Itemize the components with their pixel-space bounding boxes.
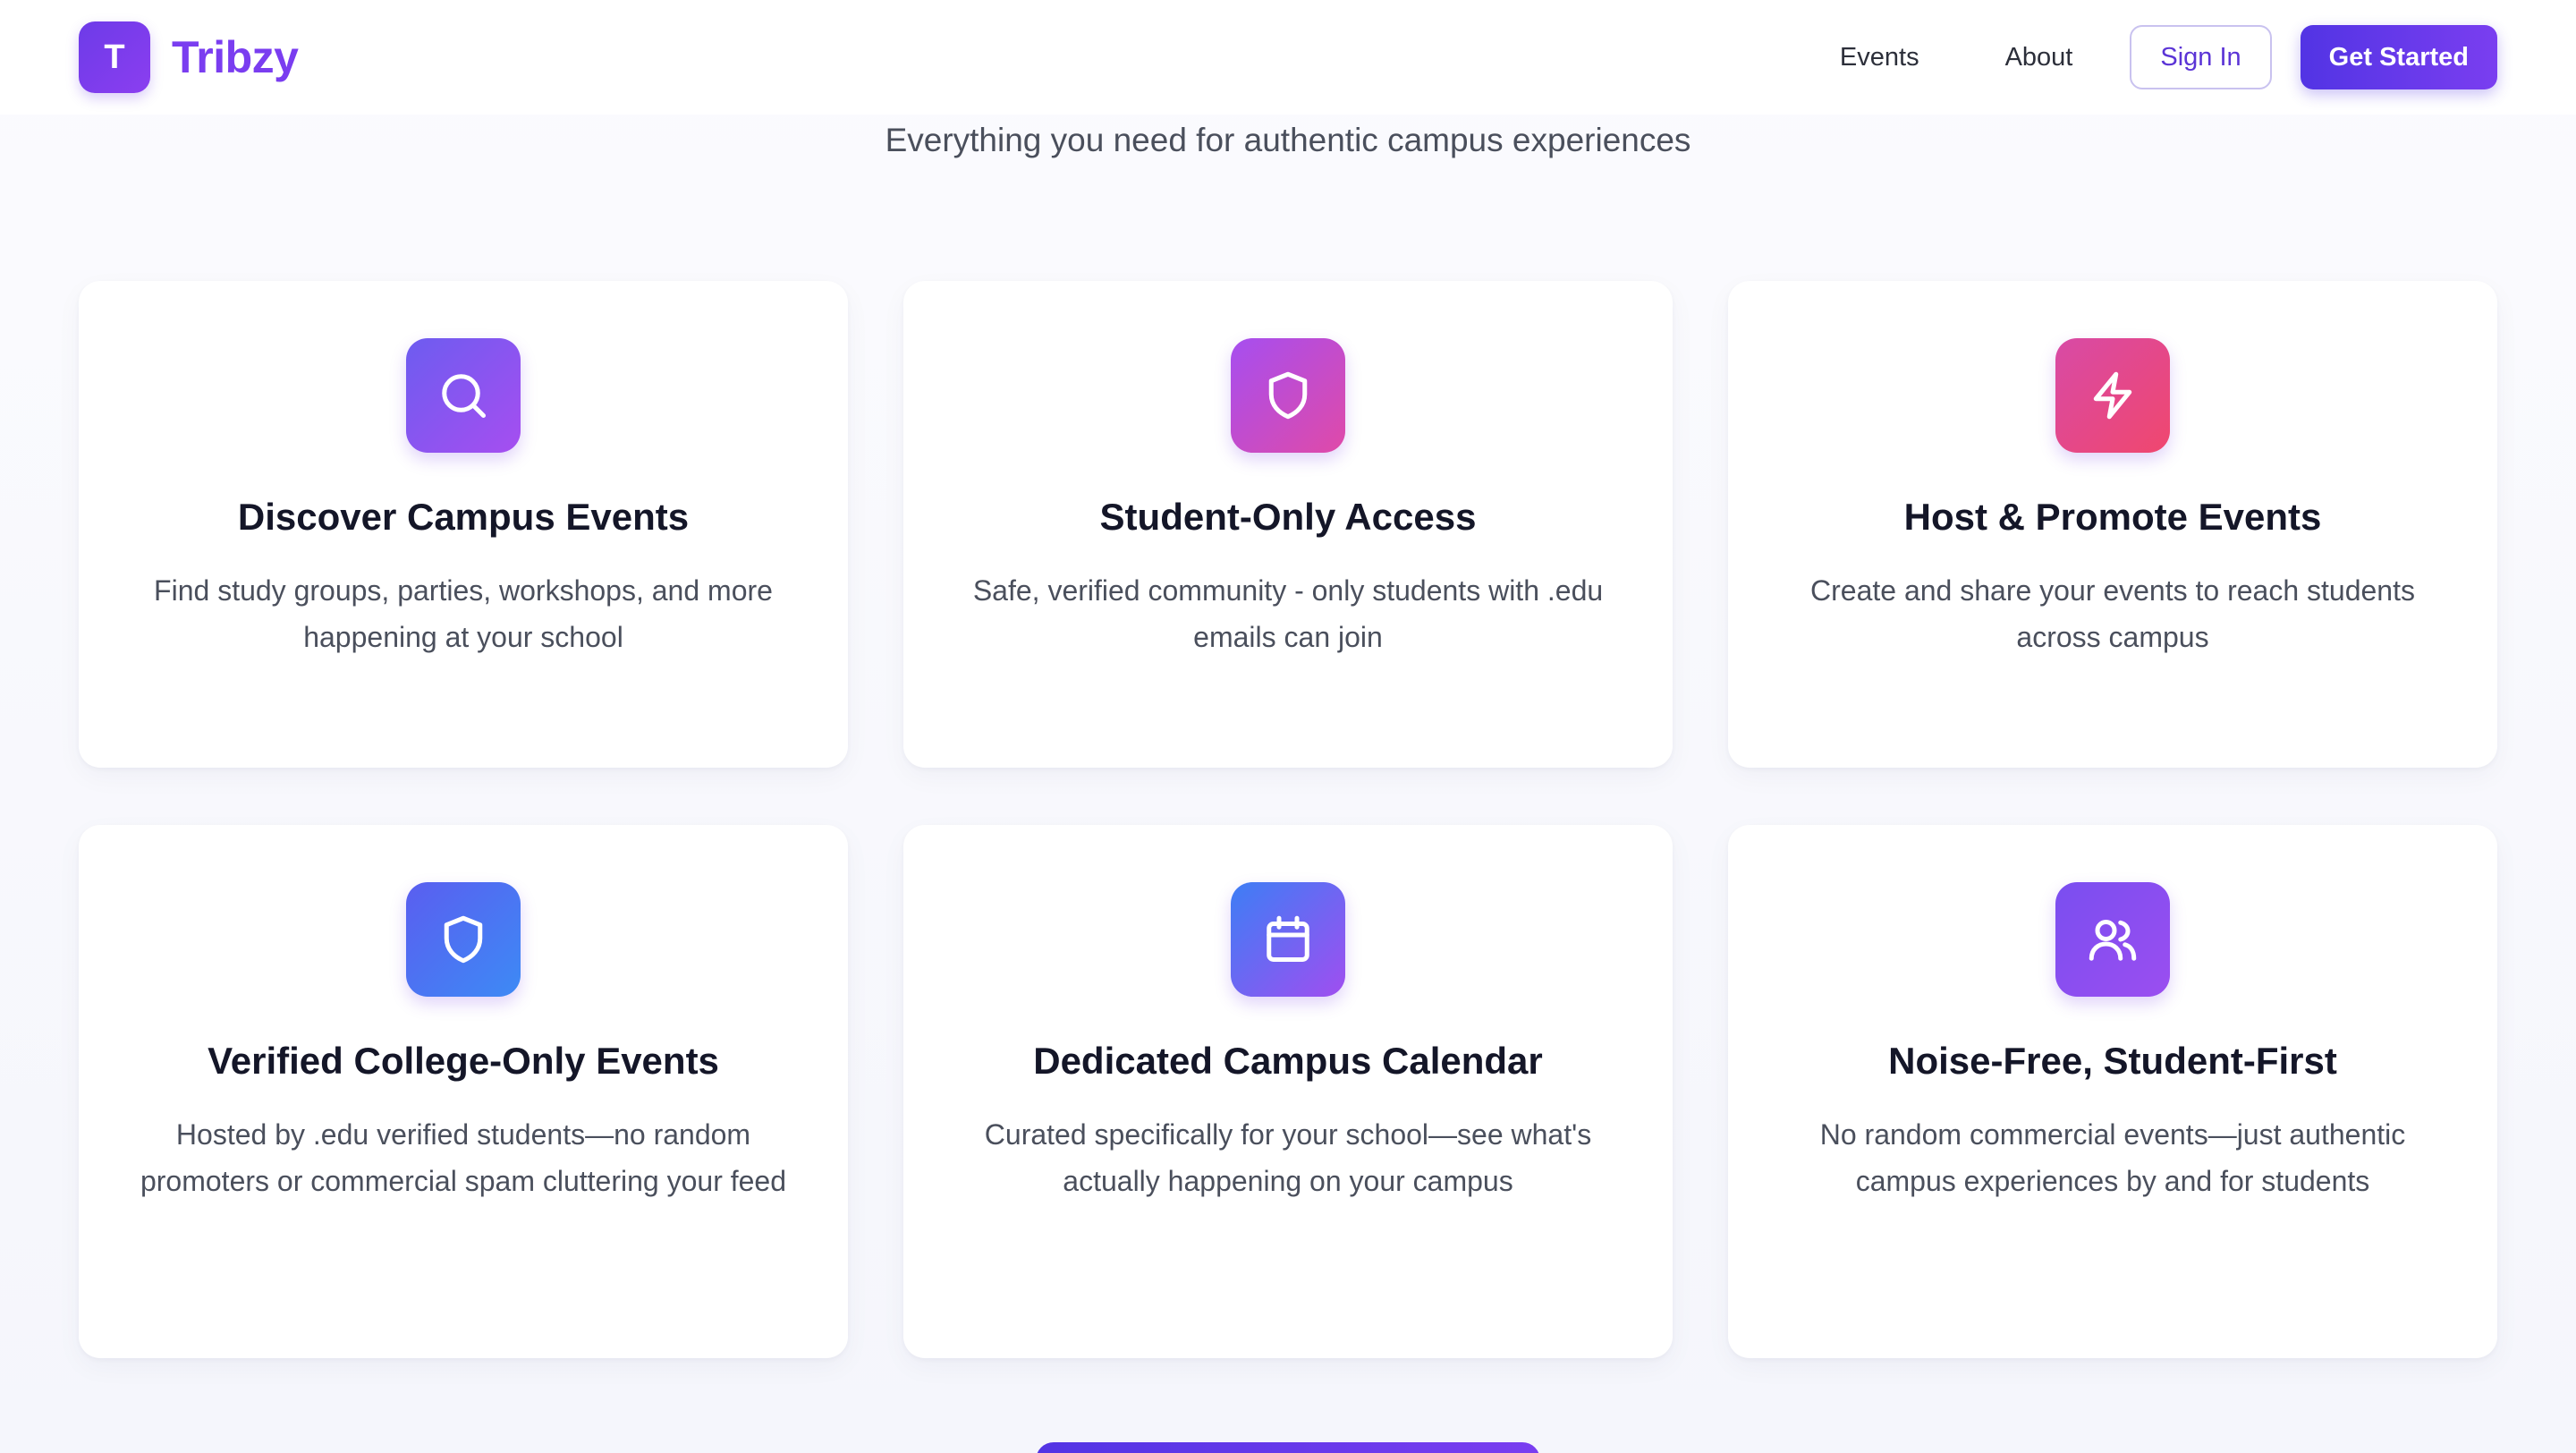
top-navbar: T Tribzy Events About Sign In Get Starte… bbox=[0, 0, 2576, 115]
section-subtitle: Everything you need for authentic campus… bbox=[885, 122, 1691, 158]
feature-description: Hosted by .edu verified students—no rand… bbox=[140, 1118, 787, 1197]
cta-button[interactable] bbox=[1036, 1442, 1540, 1453]
nav-link-about[interactable]: About bbox=[2005, 43, 2073, 72]
nav-link-events[interactable]: Events bbox=[1840, 43, 1919, 72]
get-started-button[interactable]: Get Started bbox=[2300, 25, 2497, 89]
feature-description: Curated specifically for your school—see… bbox=[984, 1118, 1592, 1197]
feature-card: Noise-Free, Student-First No random comm… bbox=[1728, 825, 2497, 1358]
brand-logo[interactable]: T Tribzy bbox=[79, 21, 299, 93]
feature-card: Verified College-Only Events Hosted by .… bbox=[79, 825, 848, 1358]
shield-icon bbox=[406, 882, 521, 997]
sign-in-button[interactable]: Sign In bbox=[2130, 25, 2272, 89]
feature-description: No random commercial events—just authent… bbox=[1819, 1118, 2406, 1197]
feature-description: Create and share your events to reach st… bbox=[1810, 574, 2415, 653]
feature-description: Safe, verified community - only students… bbox=[972, 574, 1604, 653]
feature-title: Verified College-Only Events bbox=[208, 1040, 719, 1082]
feature-card: Dedicated Campus Calendar Curated specif… bbox=[903, 825, 1673, 1358]
shield-icon bbox=[1231, 338, 1345, 453]
calendar-icon bbox=[1231, 882, 1345, 997]
logo-mark: T bbox=[79, 21, 150, 93]
feature-card: Host & Promote Events Create and share y… bbox=[1728, 281, 2497, 768]
feature-title: Student-Only Access bbox=[1099, 496, 1477, 538]
feature-card: Student-Only Access Safe, verified commu… bbox=[903, 281, 1673, 768]
feature-title: Dedicated Campus Calendar bbox=[1033, 1040, 1543, 1082]
lightning-icon bbox=[2055, 338, 2170, 453]
feature-title: Discover Campus Events bbox=[237, 496, 690, 538]
brand-name: Tribzy bbox=[172, 32, 299, 82]
feature-title: Noise-Free, Student-First bbox=[1888, 1040, 2337, 1082]
main-nav: Events About Sign In Get Started bbox=[1840, 25, 2497, 89]
feature-card: Discover Campus Events Find study groups… bbox=[79, 281, 848, 768]
feature-title: Host & Promote Events bbox=[1903, 496, 2322, 538]
users-icon bbox=[2055, 882, 2170, 997]
feature-description: Find study groups, parties, workshops, a… bbox=[154, 574, 773, 653]
landing-page: T Tribzy Events About Sign In Get Starte… bbox=[0, 0, 2576, 1453]
search-icon bbox=[406, 338, 521, 453]
